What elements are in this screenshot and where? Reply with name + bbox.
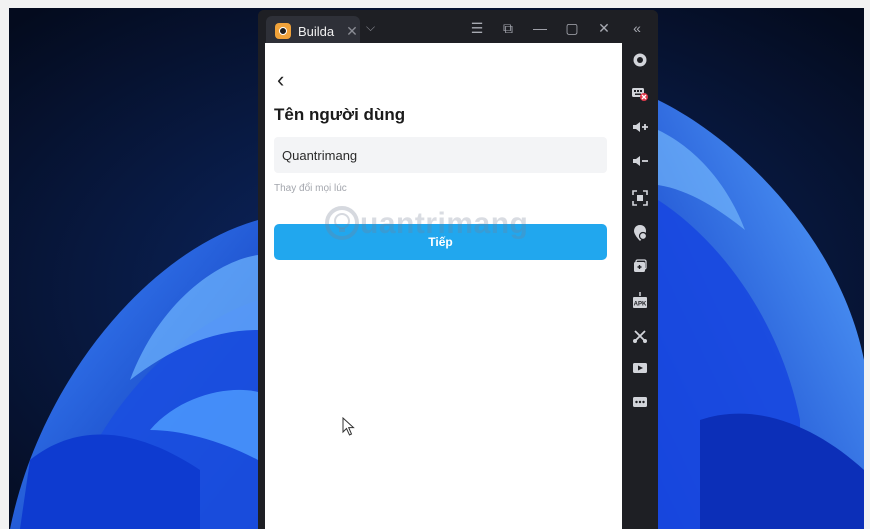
keyboard-icon[interactable] bbox=[630, 86, 650, 104]
screen-border-top bbox=[0, 0, 870, 8]
scissors-icon[interactable] bbox=[630, 328, 650, 346]
collapse-sidebar-icon[interactable]: « bbox=[628, 20, 646, 36]
app-screen: ‹ Tên người dùng Quantrimang Thay đổi mọ… bbox=[265, 43, 622, 529]
app-tab[interactable]: Builda ✕ bbox=[266, 16, 360, 46]
back-arrow-icon[interactable]: ‹ bbox=[277, 67, 284, 93]
minimize-icon[interactable]: — bbox=[531, 20, 549, 36]
volume-down-icon[interactable] bbox=[630, 154, 650, 172]
screenshot-frame-icon[interactable] bbox=[630, 190, 650, 208]
close-window-icon[interactable]: ✕ bbox=[595, 20, 613, 37]
watermark-text: uantrimang bbox=[360, 207, 529, 240]
location-icon[interactable] bbox=[630, 224, 650, 242]
menu-icon[interactable]: ☰ bbox=[468, 20, 486, 37]
username-hint: Thay đổi mọi lúc bbox=[274, 183, 347, 194]
restore-window-icon[interactable]: ⧉ bbox=[499, 20, 517, 37]
builda-app-icon bbox=[275, 23, 291, 39]
tab-close-icon[interactable]: ✕ bbox=[346, 23, 358, 40]
volume-up-icon[interactable] bbox=[630, 120, 650, 138]
screen-border-right bbox=[864, 0, 870, 529]
mouse-cursor-icon bbox=[342, 417, 355, 436]
maximize-icon[interactable]: ▢ bbox=[563, 20, 581, 37]
lightbulb-icon bbox=[325, 206, 359, 240]
apk-label: APK bbox=[634, 302, 647, 308]
apk-install-icon[interactable]: APK bbox=[630, 292, 650, 310]
chevron-down-icon[interactable]: ⌵ bbox=[366, 20, 375, 35]
more-icon[interactable] bbox=[630, 395, 650, 413]
record-icon[interactable] bbox=[630, 361, 650, 379]
tab-title: Builda bbox=[298, 23, 335, 39]
title-bar: Builda ✕ ⌵ ☰ ⧉ — ▢ ✕ « bbox=[258, 10, 658, 46]
settings-icon[interactable] bbox=[630, 52, 650, 70]
page-title: Tên người dùng bbox=[274, 105, 406, 124]
username-input[interactable]: Quantrimang bbox=[274, 137, 607, 173]
multi-instance-icon[interactable] bbox=[630, 258, 650, 276]
emulator-sidebar: APK bbox=[622, 46, 658, 529]
emulator-window: Builda ✕ ⌵ ☰ ⧉ — ▢ ✕ « ‹ Tên người dùng … bbox=[258, 10, 658, 529]
watermark-logo: uantrimang bbox=[320, 201, 565, 247]
screen-border-left bbox=[0, 0, 9, 529]
username-value: Quantrimang bbox=[282, 148, 358, 163]
